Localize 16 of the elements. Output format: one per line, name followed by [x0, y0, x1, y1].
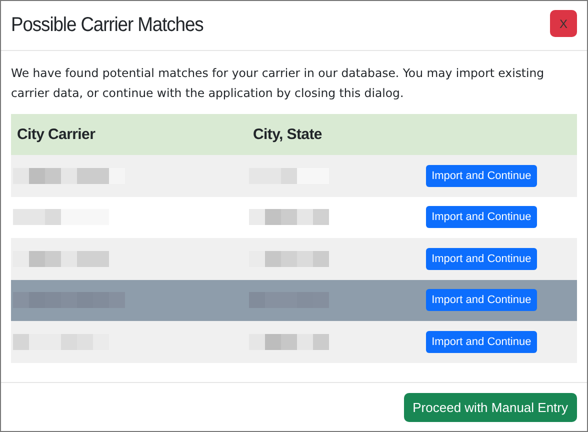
- table-row[interactable]: Import and Continue: [11, 196, 577, 238]
- table-row[interactable]: Import and Continue: [11, 238, 577, 280]
- column-header: City Carrier: [11, 114, 247, 155]
- table-row[interactable]: Import and Continue: [11, 321, 577, 362]
- import-button[interactable]: Import and Continue: [426, 330, 538, 353]
- column-header: City, State: [247, 114, 386, 155]
- dialog-message: We have found potential matches for your carrier in our database. You may import existing carrier data, or continue with the application by closing this dialog.: [11, 65, 546, 102]
- dialog-title: Possible Carrier Matches: [11, 14, 204, 37]
- import-button[interactable]: Import and Continue: [426, 248, 538, 270]
- import-button[interactable]: Import and Continue: [426, 206, 538, 228]
- import-button[interactable]: Import and Continue: [426, 164, 538, 187]
- table-row[interactable]: Import and Continue: [11, 280, 577, 321]
- proceed-button[interactable]: Proceed with Manual Entry: [404, 392, 577, 422]
- close-button[interactable]: X: [550, 10, 577, 37]
- import-button[interactable]: Import and Continue: [426, 289, 538, 312]
- table-row[interactable]: Import and Continue: [11, 155, 577, 196]
